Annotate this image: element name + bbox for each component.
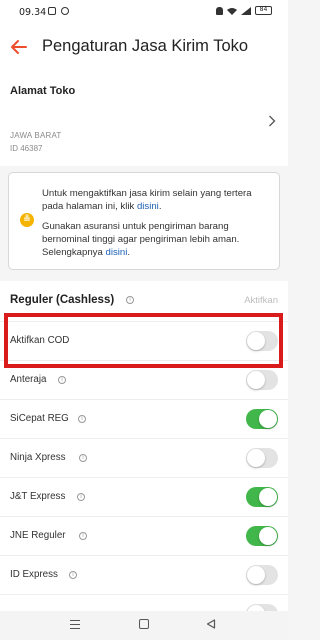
- idexpress-toggle[interactable]: [246, 565, 278, 585]
- info-icon[interactable]: i: [79, 532, 87, 540]
- courier-row-jnt: J&T Express i: [0, 477, 288, 516]
- toggle-knob: [259, 527, 277, 545]
- store-address-card[interactable]: Alamat Toko JAWA BARAT ID 46387: [0, 70, 288, 166]
- store-address-label: Alamat Toko: [10, 85, 76, 97]
- home-icon[interactable]: [139, 619, 149, 629]
- navigation-bar: [0, 611, 288, 640]
- courier-row-sicepat: SiCepat REG i: [0, 399, 288, 438]
- section-header: Reguler (Cashless) i Aktifkan: [0, 281, 288, 321]
- battery-icon: 84: [255, 6, 272, 15]
- activate-link[interactable]: disini: [137, 201, 159, 212]
- ninja-toggle[interactable]: [246, 448, 278, 468]
- info-icon[interactable]: i: [79, 454, 87, 462]
- instagram-icon: [61, 7, 69, 15]
- section-title: Reguler (Cashless): [10, 294, 115, 306]
- activate-all-button[interactable]: Aktifkan: [244, 295, 278, 306]
- info-box: ≗ Untuk mengaktifkan jasa kirim selain y…: [8, 172, 280, 270]
- courier-label: SiCepat REG: [10, 413, 69, 424]
- info-icon[interactable]: i: [77, 493, 85, 501]
- status-bar: 09.34 84: [0, 0, 288, 24]
- courier-label: Anteraja: [10, 374, 47, 385]
- store-postal-code: ID 46387: [10, 144, 43, 153]
- back-triangle-icon[interactable]: [206, 619, 216, 629]
- jne-toggle[interactable]: [246, 526, 278, 546]
- chevron-right-icon[interactable]: [268, 115, 276, 127]
- alarm-icon: [216, 6, 223, 15]
- insurance-link[interactable]: disini: [105, 247, 127, 258]
- courier-row-ninja: Ninja Xpress i: [0, 438, 288, 477]
- info-icon[interactable]: i: [126, 296, 134, 304]
- toggle-knob: [247, 566, 265, 584]
- courier-label: J&T Express: [10, 491, 66, 502]
- status-time: 09.34: [19, 7, 47, 18]
- wifi-icon: [227, 7, 237, 15]
- courier-label: JNE Reguler: [10, 530, 66, 541]
- jnt-toggle[interactable]: [246, 487, 278, 507]
- cod-toggle[interactable]: [246, 331, 278, 351]
- toggle-knob: [259, 410, 277, 428]
- info-icon[interactable]: i: [69, 571, 77, 579]
- insurance-icon: ≗: [20, 213, 34, 227]
- page-title: Pengaturan Jasa Kirim Toko: [42, 37, 249, 55]
- signal-icon: [241, 6, 251, 15]
- info-text-activate: Untuk mengaktifkan jasa kirim selain yan…: [42, 188, 252, 212]
- info-text-insurance: Gunakan asuransi untuk pengiriman barang…: [42, 221, 240, 258]
- toggle-knob: [259, 488, 277, 506]
- info-icon[interactable]: i: [58, 376, 66, 384]
- notification-icon: [48, 7, 56, 15]
- anteraja-toggle[interactable]: [246, 370, 278, 390]
- courier-label: Aktifkan COD: [10, 335, 70, 346]
- courier-row-cod: Aktifkan COD: [0, 321, 288, 360]
- courier-row-anteraja: Anteraja i: [0, 360, 288, 399]
- toggle-knob: [247, 449, 265, 467]
- sicepat-toggle[interactable]: [246, 409, 278, 429]
- courier-list: Reguler (Cashless) i Aktifkan Aktifkan C…: [0, 281, 288, 624]
- menu-icon[interactable]: [70, 620, 80, 629]
- courier-label: ID Express: [10, 569, 58, 580]
- courier-row-idexpress: ID Express i: [0, 555, 288, 594]
- info-icon[interactable]: i: [78, 415, 86, 423]
- store-province: JAWA BARAT: [10, 131, 62, 140]
- toggle-knob: [247, 371, 265, 389]
- courier-label: Ninja Xpress: [10, 452, 66, 463]
- arrow-left-icon[interactable]: [10, 38, 28, 56]
- app-bar: Pengaturan Jasa Kirim Toko: [0, 24, 288, 70]
- courier-row-jne: JNE Reguler i: [0, 516, 288, 555]
- toggle-knob: [247, 332, 265, 350]
